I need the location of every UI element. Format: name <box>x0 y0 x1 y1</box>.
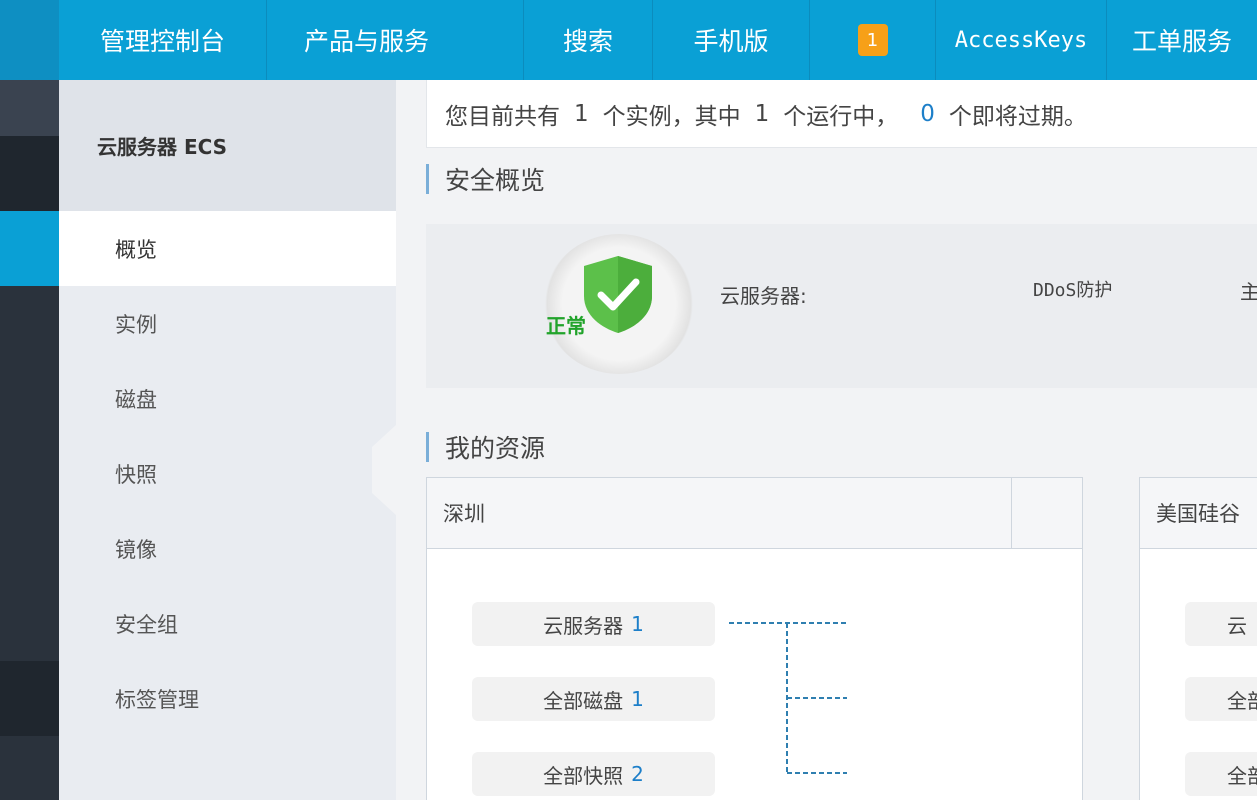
resource-connector-lines <box>729 622 847 774</box>
notification-button[interactable]: 1 <box>810 0 936 80</box>
top-navigation-bar: 管理控制台 产品与服务 搜索 手机版 1 AccessKeys 工单服务 <box>0 0 1257 80</box>
summary-prefix: 您目前共有 <box>445 103 560 130</box>
region-name: 深圳 <box>443 502 485 526</box>
region-card-header: 深圳 <box>427 478 1082 549</box>
console-link[interactable]: 管理控制台 <box>59 0 267 80</box>
resource-disks-button[interactable]: 全部 <box>1185 677 1257 721</box>
resource-count: 1 <box>631 687 644 711</box>
resource-label: 全部 <box>1227 688 1257 713</box>
resource-servers-button[interactable]: 云服务器 1 <box>472 602 715 646</box>
header-divider <box>1011 478 1012 549</box>
resource-snapshots-button[interactable]: 全部 <box>1185 752 1257 796</box>
search-link[interactable]: 搜索 <box>524 0 653 80</box>
security-status-text: 正常 <box>546 314 586 338</box>
instance-summary: 您目前共有 1 个实例，其中 1 个运行中， 0 个即将过期。 <box>426 80 1257 148</box>
resources-section-title: 我的资源 <box>426 432 545 463</box>
resource-label: 云 <box>1227 613 1247 638</box>
resource-label: 全部 <box>1227 763 1257 788</box>
mobile-link[interactable]: 手机版 <box>653 0 810 80</box>
region-name: 美国硅谷 <box>1156 502 1240 526</box>
rail-item[interactable] <box>0 661 59 736</box>
resource-count: 2 <box>631 762 644 786</box>
ddos-protection-link[interactable]: DDoS防护 <box>1033 276 1112 302</box>
sidebar-item-disks[interactable]: 磁盘 <box>59 361 396 436</box>
home-corner[interactable] <box>0 0 59 80</box>
sidebar-item-overview[interactable]: 概览 <box>59 211 396 286</box>
summary-total: 1 <box>574 100 589 127</box>
region-card-shenzhen: 深圳 云服务器 1 全部磁盘 1 全部快照 2 <box>426 477 1083 800</box>
tickets-link[interactable]: 工单服务 <box>1107 0 1257 80</box>
main-content: 您目前共有 1 个实例，其中 1 个运行中， 0 个即将过期。 安全概览 正常 … <box>396 80 1257 800</box>
rail-item[interactable] <box>0 80 59 136</box>
summary-expiring-link[interactable]: 0 <box>920 101 935 127</box>
summary-mid1: 个实例，其中 <box>602 103 741 130</box>
summary-mid2: 个运行中， <box>783 103 899 130</box>
sidebar-item-images[interactable]: 镜像 <box>59 511 396 586</box>
rail-item[interactable] <box>0 136 59 211</box>
sidebar-item-security-groups[interactable]: 安全组 <box>59 586 396 661</box>
resource-disks-button[interactable]: 全部磁盘 1 <box>472 677 715 721</box>
security-section-title: 安全概览 <box>426 164 545 195</box>
resource-label: 云服务器 <box>543 613 624 638</box>
resource-snapshots-button[interactable]: 全部快照 2 <box>472 752 715 796</box>
sidebar-item-tags[interactable]: 标签管理 <box>59 661 396 736</box>
security-overview-panel: 正常 云服务器: DDoS防护 主 <box>426 224 1257 388</box>
sidebar: 云服务器 ECS 概览 实例 磁盘 快照 镜像 安全组 标签管理 <box>59 80 396 800</box>
summary-running: 1 <box>754 100 770 127</box>
products-menu[interactable]: 产品与服务 <box>267 0 524 80</box>
summary-suffix: 个即将过期。 <box>948 103 1087 130</box>
region-card-header: 美国硅谷 <box>1140 478 1257 549</box>
access-keys-link[interactable]: AccessKeys <box>936 0 1107 80</box>
notification-badge: 1 <box>857 24 888 56</box>
resource-label: 全部磁盘 <box>543 688 624 713</box>
rail-item-active[interactable] <box>0 211 59 286</box>
sidebar-item-instances[interactable]: 实例 <box>59 286 396 361</box>
sidebar-item-snapshots[interactable]: 快照 <box>59 436 396 511</box>
sidebar-title: 云服务器 ECS <box>59 80 396 211</box>
resource-servers-button[interactable]: 云 <box>1185 602 1257 646</box>
host-security-label: 主 <box>1240 280 1257 304</box>
resource-label: 全部快照 <box>543 763 624 788</box>
product-icon-rail <box>0 80 59 800</box>
server-security-label: 云服务器: <box>720 284 807 308</box>
shield-check-icon <box>584 256 652 333</box>
resource-count: 1 <box>631 612 644 636</box>
region-card-silicon-valley: 美国硅谷 云 全部 全部 <box>1139 477 1257 800</box>
sidebar-collapse-handle[interactable] <box>372 425 396 515</box>
